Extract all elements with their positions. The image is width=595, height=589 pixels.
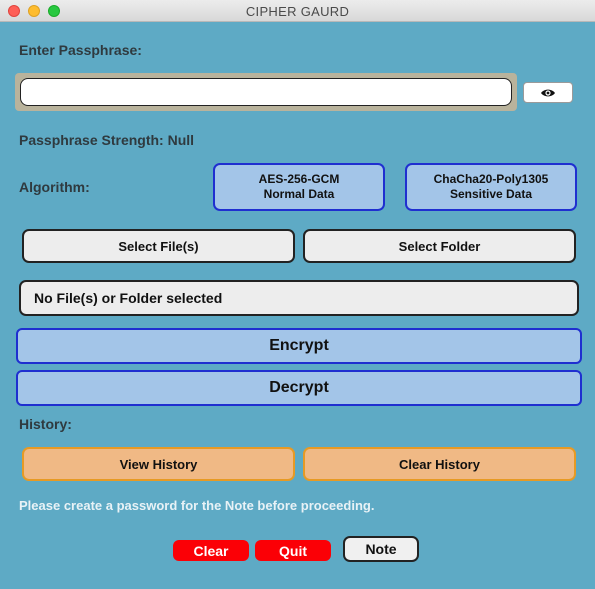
quit-button[interactable]: Quit — [255, 540, 331, 561]
eye-icon — [541, 89, 555, 96]
clear-button[interactable]: Clear — [173, 540, 249, 561]
view-history-button[interactable]: View History — [22, 447, 295, 481]
algorithm-aes-name: AES-256-GCM — [258, 172, 340, 186]
algorithm-label: Algorithm: — [19, 179, 90, 195]
window-title: CIPHER GAURD — [245, 4, 350, 19]
decrypt-button[interactable]: Decrypt — [16, 370, 582, 406]
algorithm-aes-desc: Normal Data — [263, 187, 335, 201]
passphrase-input[interactable] — [20, 78, 512, 106]
selection-status-text: No File(s) or Folder selected — [34, 290, 223, 306]
algorithm-chacha-name: ChaCha20-Poly1305 — [433, 172, 549, 186]
show-passphrase-button[interactable] — [523, 82, 573, 103]
algorithm-chacha-button[interactable]: ChaCha20-Poly1305 Sensitive Data — [405, 163, 577, 211]
title-bar: CIPHER GAURD — [0, 0, 595, 22]
algorithm-aes-button[interactable]: AES-256-GCM Normal Data — [213, 163, 385, 211]
algorithm-chacha-desc: Sensitive Data — [449, 187, 533, 201]
selection-status: No File(s) or Folder selected — [19, 280, 579, 316]
note-password-message: Please create a password for the Note be… — [19, 498, 375, 513]
history-label: History: — [19, 416, 72, 432]
clear-history-button[interactable]: Clear History — [303, 447, 576, 481]
select-files-button[interactable]: Select File(s) — [22, 229, 295, 263]
passphrase-label: Enter Passphrase: — [19, 42, 142, 58]
passphrase-input-wrapper — [15, 73, 517, 111]
passphrase-strength: Passphrase Strength: Null — [19, 132, 195, 148]
encrypt-button[interactable]: Encrypt — [16, 328, 582, 364]
note-button[interactable]: Note — [343, 536, 419, 562]
select-folder-button[interactable]: Select Folder — [303, 229, 576, 263]
